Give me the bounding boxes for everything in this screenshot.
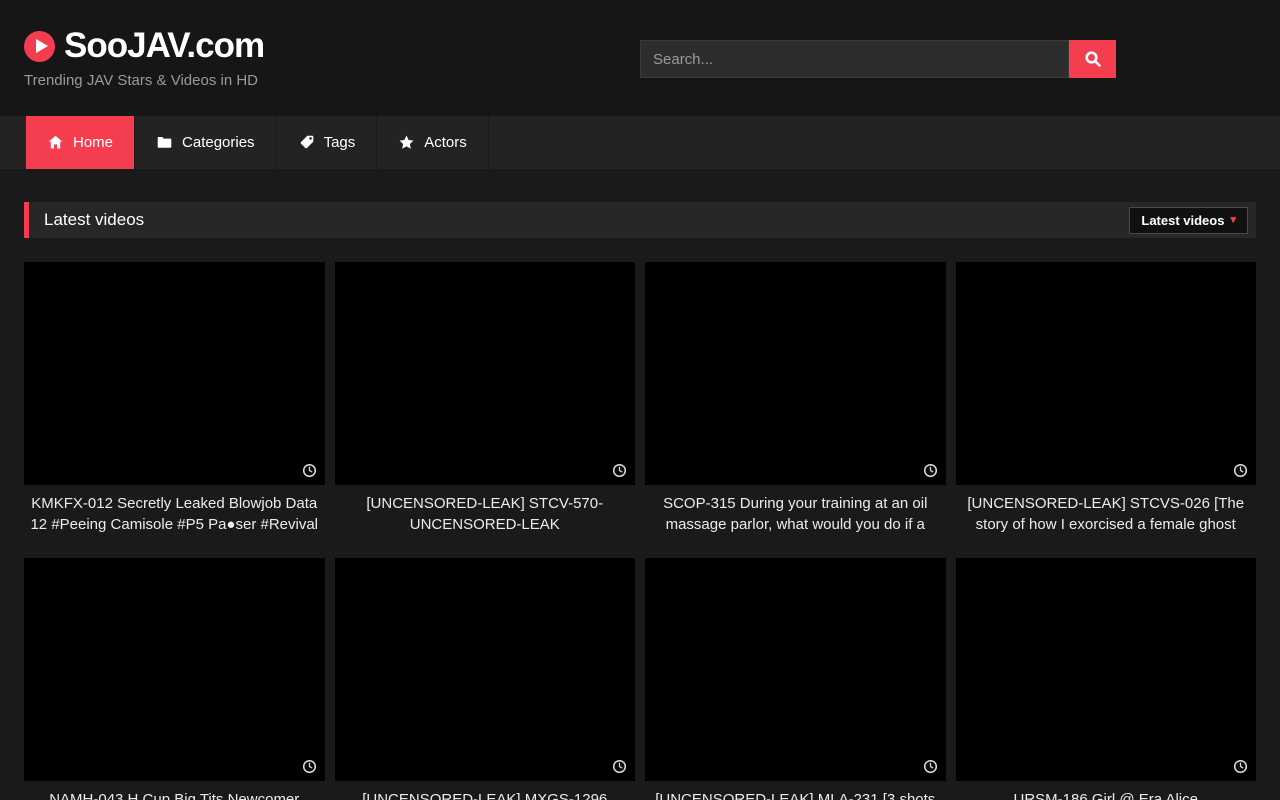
folder-icon (156, 134, 173, 151)
nav-label: Tags (324, 134, 356, 151)
nav-item-home[interactable]: Home (26, 116, 135, 169)
home-icon (47, 134, 64, 151)
section-title: Latest videos (44, 210, 144, 230)
video-title[interactable]: URSM-186 Girl @ Era Alice (960, 790, 1253, 800)
video-thumbnail[interactable] (24, 558, 325, 781)
sort-label: Latest videos (1141, 213, 1224, 228)
video-title[interactable]: [UNCENSORED-LEAK] STCVS-026 [The story o… (960, 494, 1253, 535)
sort-dropdown-button[interactable]: Latest videos ▾ (1129, 207, 1248, 234)
video-title[interactable]: [UNCENSORED-LEAK] MLA-231 [3 shots in (649, 790, 942, 800)
video-card: SCOP-315 During your training at an oil … (645, 262, 946, 535)
clock-icon (612, 759, 627, 774)
tag-icon (298, 134, 315, 151)
magnifier-icon (1084, 50, 1102, 68)
logo-text: SooJAV.com (64, 26, 264, 66)
search-box (640, 40, 1116, 78)
clock-icon (612, 463, 627, 478)
nav-label: Home (73, 134, 113, 151)
site-logo[interactable]: SooJAV.com (24, 26, 264, 66)
video-title[interactable]: SCOP-315 During your training at an oil … (649, 494, 942, 535)
video-title[interactable]: NAMH-043 H Cup Big Tits Newcomer (170cm … (28, 790, 321, 800)
star-icon (398, 134, 415, 151)
video-card: KMKFX-012 Secretly Leaked Blowjob Data 1… (24, 262, 325, 535)
video-thumbnail[interactable] (645, 262, 946, 485)
clock-icon (1233, 463, 1248, 478)
video-thumbnail[interactable] (956, 262, 1257, 485)
play-icon (24, 31, 55, 62)
video-card: URSM-186 Girl @ Era Alice (956, 558, 1257, 800)
video-card: [UNCENSORED-LEAK] STCVS-026 [The story o… (956, 262, 1257, 535)
section-header: Latest videos Latest videos ▾ (24, 202, 1256, 238)
search-input[interactable] (640, 40, 1069, 78)
nav-item-categories[interactable]: Categories (135, 116, 277, 169)
clock-icon (302, 759, 317, 774)
video-grid: KMKFX-012 Secretly Leaked Blowjob Data 1… (24, 262, 1256, 800)
nav-label: Categories (182, 134, 255, 151)
nav-item-tags[interactable]: Tags (277, 116, 378, 169)
video-thumbnail[interactable] (956, 558, 1257, 781)
chevron-down-icon: ▾ (1230, 215, 1236, 226)
clock-icon (1233, 759, 1248, 774)
video-thumbnail[interactable] (24, 262, 325, 485)
site-tagline: Trending JAV Stars & Videos in HD (24, 72, 258, 89)
nav-item-actors[interactable]: Actors (377, 116, 489, 169)
video-card: [UNCENSORED-LEAK] STCV-570-UNCENSORED-LE… (335, 262, 636, 535)
site-header: SooJAV.com Trending JAV Stars & Videos i… (0, 0, 1280, 116)
nav-label: Actors (424, 134, 467, 151)
video-thumbnail[interactable] (335, 558, 636, 781)
video-title[interactable]: [UNCENSORED-LEAK] MXGS-1296 Absolutely (339, 790, 632, 800)
search-button[interactable] (1069, 40, 1116, 78)
clock-icon (923, 759, 938, 774)
clock-icon (923, 463, 938, 478)
video-card: NAMH-043 H Cup Big Tits Newcomer (170cm … (24, 558, 325, 800)
clock-icon (302, 463, 317, 478)
video-title[interactable]: KMKFX-012 Secretly Leaked Blowjob Data 1… (28, 494, 321, 535)
video-card: [UNCENSORED-LEAK] MXGS-1296 Absolutely (335, 558, 636, 800)
main-nav: Home Categories Tags Actors (0, 116, 1280, 169)
video-card: [UNCENSORED-LEAK] MLA-231 [3 shots in (645, 558, 946, 800)
video-title[interactable]: [UNCENSORED-LEAK] STCV-570-UNCENSORED-LE… (339, 494, 632, 535)
video-thumbnail[interactable] (335, 262, 636, 485)
video-thumbnail[interactable] (645, 558, 946, 781)
